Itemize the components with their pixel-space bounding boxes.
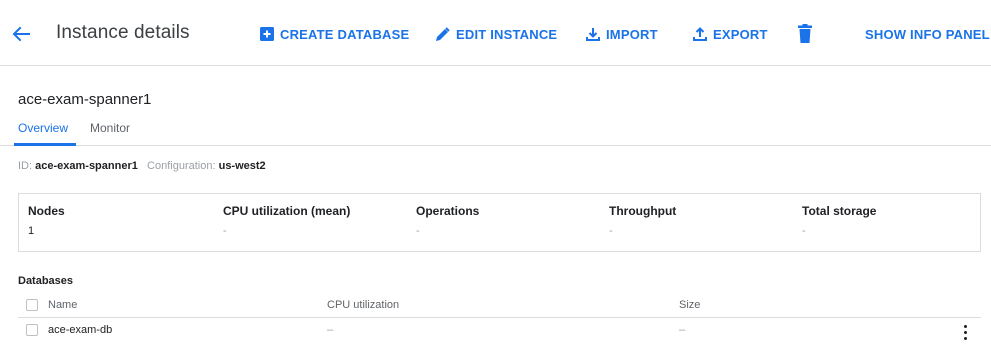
database-name-link[interactable]: ace-exam-db bbox=[48, 324, 112, 336]
configuration-label: Configuration: bbox=[147, 160, 216, 172]
stat-value: 1 bbox=[28, 225, 35, 237]
pencil-icon bbox=[435, 26, 450, 42]
databases-heading: Databases bbox=[18, 275, 74, 287]
stat-value: - bbox=[609, 225, 613, 237]
edit-instance-label: EDIT INSTANCE bbox=[456, 26, 558, 42]
show-info-panel-label: SHOW INFO PANEL bbox=[865, 26, 990, 42]
row-checkbox[interactable] bbox=[26, 324, 38, 336]
stat-label: CPU utilization (mean) bbox=[223, 204, 351, 218]
database-size-value: – bbox=[679, 324, 686, 336]
configuration-value: us-west2 bbox=[218, 160, 266, 172]
tab-monitor[interactable]: Monitor bbox=[90, 121, 130, 135]
stat-value: - bbox=[802, 225, 806, 237]
stat-label: Total storage bbox=[802, 204, 877, 218]
import-button[interactable]: IMPORT bbox=[586, 25, 658, 43]
table-header-row: Name CPU utilization Size bbox=[18, 294, 981, 318]
table-row: ace-exam-db – – bbox=[18, 319, 981, 343]
more-vert-icon[interactable] bbox=[958, 323, 972, 341]
stat-label: Throughput bbox=[609, 204, 677, 218]
delete-button[interactable] bbox=[798, 23, 812, 43]
id-value: ace-exam-spanner1 bbox=[35, 160, 138, 172]
stat-label: Nodes bbox=[28, 204, 65, 218]
column-header-size[interactable]: Size bbox=[679, 299, 700, 311]
instance-meta: ID: ace-exam-spanner1 Configuration: us-… bbox=[18, 160, 266, 172]
tabs-divider bbox=[0, 145, 991, 146]
tab-bar: Overview Monitor bbox=[0, 118, 991, 146]
upload-icon bbox=[693, 27, 707, 41]
stat-throughput: Throughput - bbox=[609, 204, 676, 237]
select-all-checkbox[interactable] bbox=[26, 299, 38, 311]
create-database-button[interactable]: CREATE DATABASE bbox=[260, 25, 409, 43]
arrow-back-icon[interactable] bbox=[10, 24, 32, 44]
stat-total-storage: Total storage - bbox=[802, 204, 876, 237]
stat-operations: Operations - bbox=[416, 204, 479, 237]
tab-overview[interactable]: Overview bbox=[18, 121, 68, 135]
active-tab-indicator bbox=[14, 143, 76, 146]
stat-value: - bbox=[223, 225, 227, 237]
create-database-label: CREATE DATABASE bbox=[280, 26, 410, 42]
stat-label: Operations bbox=[416, 204, 480, 218]
show-info-panel-button[interactable]: SHOW INFO PANEL bbox=[865, 25, 990, 43]
id-label: ID: bbox=[18, 160, 33, 172]
import-label: IMPORT bbox=[606, 26, 658, 42]
column-header-name[interactable]: Name bbox=[48, 299, 77, 311]
add-box-icon bbox=[260, 27, 274, 41]
page-title: Instance details bbox=[56, 22, 190, 43]
column-header-cpu[interactable]: CPU utilization bbox=[327, 299, 399, 311]
export-label: EXPORT bbox=[713, 26, 768, 42]
database-cpu-value: – bbox=[327, 324, 334, 336]
instance-name: ace-exam-spanner1 bbox=[18, 91, 152, 108]
download-icon bbox=[586, 27, 600, 41]
export-button[interactable]: EXPORT bbox=[693, 25, 768, 43]
trash-icon bbox=[798, 23, 812, 43]
instance-stats-card: Nodes 1 CPU utilization (mean) - Operati… bbox=[18, 193, 981, 252]
stat-value: - bbox=[416, 225, 420, 237]
stat-nodes: Nodes 1 bbox=[28, 204, 65, 237]
top-bar: Instance details CREATE DATABASE EDIT IN… bbox=[0, 0, 991, 66]
edit-instance-button[interactable]: EDIT INSTANCE bbox=[435, 25, 557, 43]
stat-cpu-utilization: CPU utilization (mean) - bbox=[223, 204, 350, 237]
